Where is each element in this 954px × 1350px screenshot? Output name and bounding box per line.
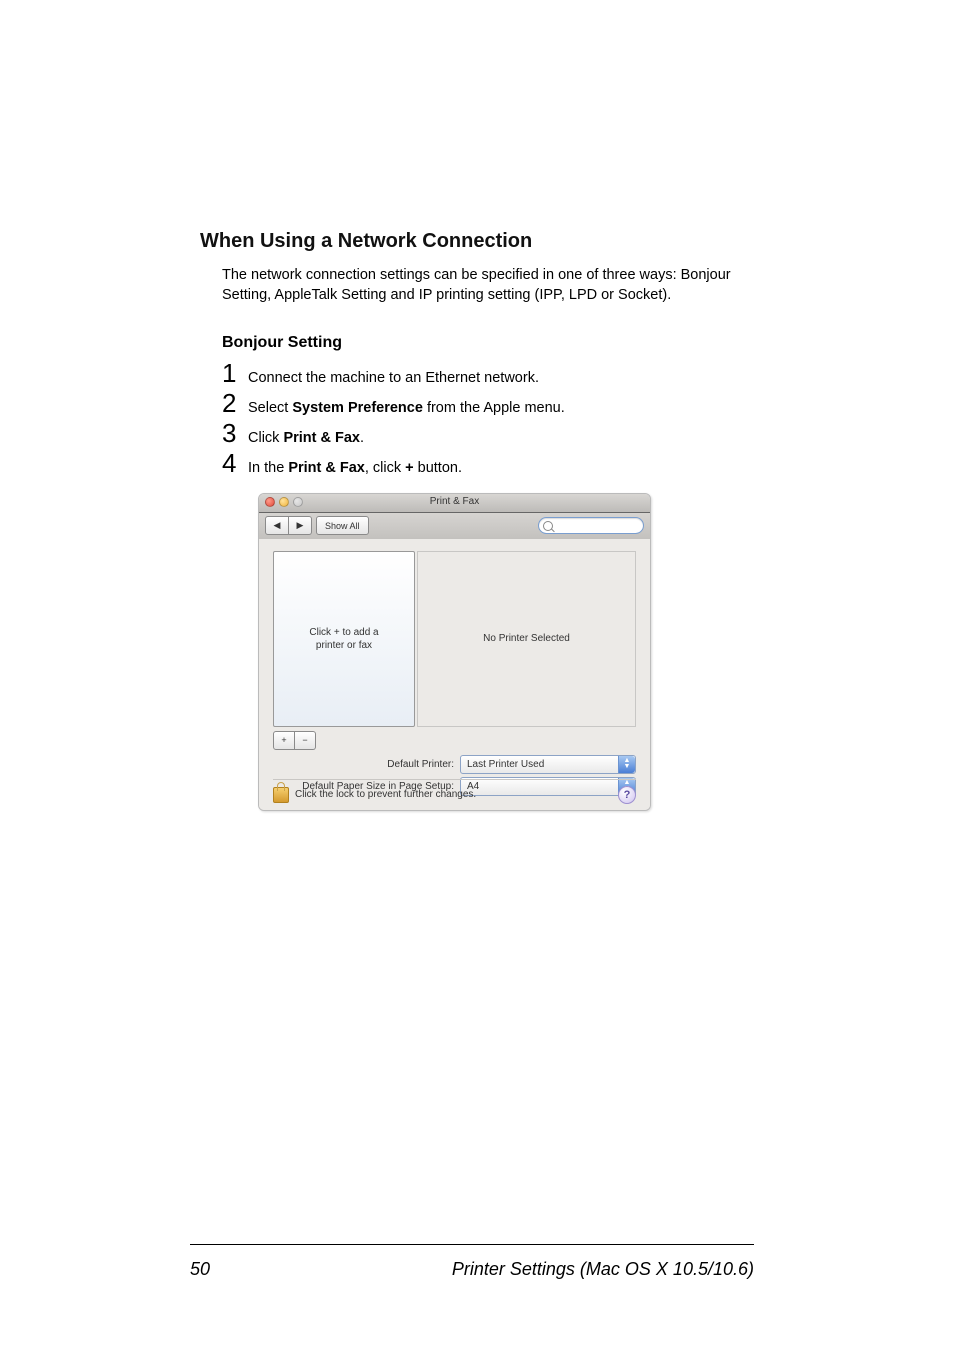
printer-list-placeholder: Click + to add a printer or fax [309, 626, 378, 652]
step-text: Select System Preference from the Apple … [248, 398, 565, 418]
step-text: In the Print & Fax, click + button. [248, 458, 462, 478]
nav-segment: ◀ ▶ [265, 516, 312, 535]
text-run: from the Apple menu. [423, 400, 565, 416]
search-input[interactable] [538, 517, 644, 534]
text-bold: Print & Fax [288, 460, 365, 476]
text-run: . [360, 430, 364, 446]
screenshot-print-and-fax: Print & Fax ◀ ▶ Show All Click + to add … [258, 493, 651, 811]
text-run: Select [248, 400, 292, 416]
text-run: In the [248, 460, 288, 476]
toolbar: ◀ ▶ Show All [259, 513, 650, 540]
step-1: 1 Connect the machine to an Ethernet net… [222, 360, 754, 388]
lock-row: Click the lock to prevent further change… [273, 779, 636, 804]
add-remove-segment: + − [273, 731, 316, 750]
footer-title: Printer Settings (Mac OS X 10.5/10.6) [452, 1259, 754, 1280]
text-run: button. [414, 460, 462, 476]
remove-button[interactable]: − [295, 731, 316, 750]
window-title: Print & Fax [259, 496, 650, 507]
text-run: , click [365, 460, 405, 476]
step-number: 4 [222, 450, 248, 476]
search-icon [543, 521, 553, 531]
printer-detail-pane: No Printer Selected [417, 551, 636, 727]
default-printer-row: Default Printer: Last Printer Used ▲▼ [259, 755, 650, 774]
step-4: 4 In the Print & Fax, click + button. [222, 450, 754, 478]
help-button[interactable]: ? [618, 786, 636, 804]
titlebar: Print & Fax [259, 494, 650, 513]
add-button[interactable]: + [273, 731, 295, 750]
window-body: Click + to add a printer or fax No Print… [259, 539, 650, 810]
forward-button[interactable]: ▶ [289, 516, 312, 535]
chevron-updown-icon: ▲▼ [618, 756, 635, 773]
step-text: Click Print & Fax. [248, 428, 364, 448]
step-number: 1 [222, 360, 248, 386]
step-text: Connect the machine to an Ethernet netwo… [248, 368, 539, 388]
footer-rule [190, 1244, 754, 1245]
section-heading: When Using a Network Connection [200, 230, 754, 253]
page-footer: 50 Printer Settings (Mac OS X 10.5/10.6) [190, 1259, 754, 1280]
text-run: Click [248, 430, 283, 446]
default-printer-label: Default Printer: [259, 759, 460, 770]
step-2: 2 Select System Preference from the Appl… [222, 390, 754, 418]
detail-placeholder: No Printer Selected [483, 633, 570, 644]
text-bold: + [405, 460, 413, 476]
step-number: 2 [222, 390, 248, 416]
step-list: 1 Connect the machine to an Ethernet net… [222, 360, 754, 479]
back-button[interactable]: ◀ [265, 516, 289, 535]
lock-icon[interactable] [273, 787, 289, 803]
sub-heading: Bonjour Setting [222, 334, 754, 352]
intro-paragraph: The network connection settings can be s… [222, 265, 754, 306]
step-3: 3 Click Print & Fax. [222, 420, 754, 448]
lock-text: Click the lock to prevent further change… [295, 789, 476, 800]
default-printer-popup[interactable]: Last Printer Used ▲▼ [460, 755, 636, 774]
text-bold: System Preference [292, 400, 423, 416]
step-number: 3 [222, 420, 248, 446]
text-bold: Print & Fax [283, 430, 360, 446]
popup-value: Last Printer Used [467, 759, 544, 770]
show-all-button[interactable]: Show All [316, 516, 369, 535]
printer-list[interactable]: Click + to add a printer or fax [273, 551, 415, 727]
page-number: 50 [190, 1259, 210, 1280]
